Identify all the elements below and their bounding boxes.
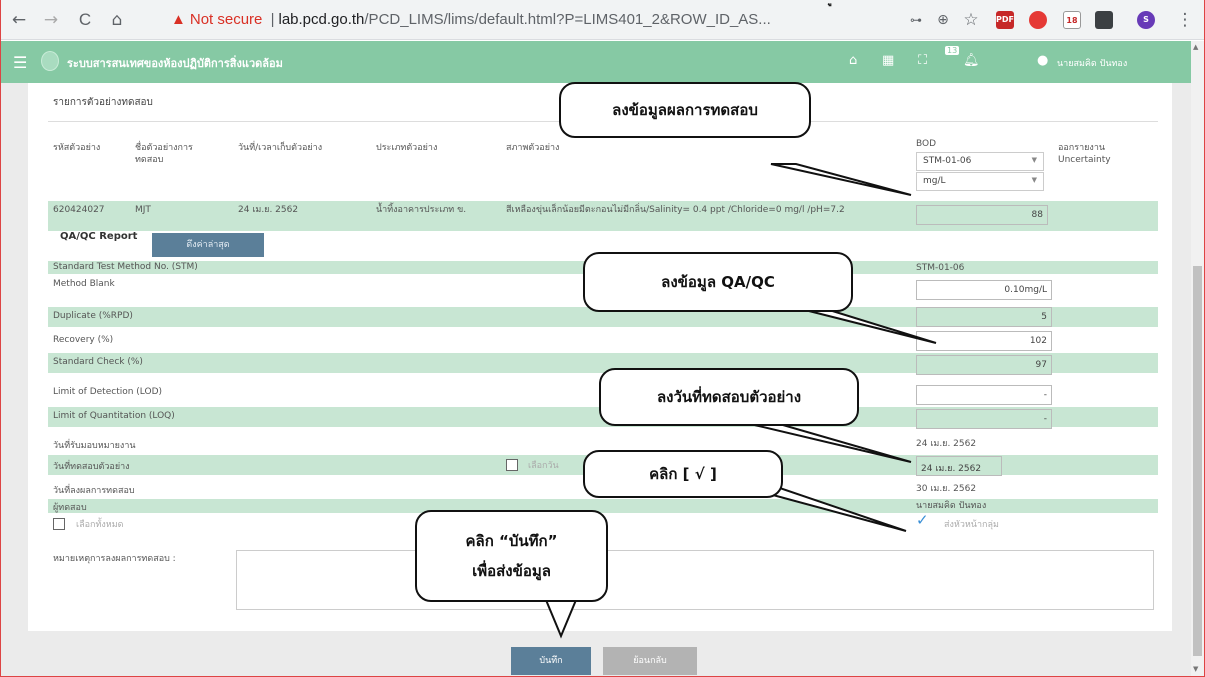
home-icon[interactable]: ⌂ [849, 53, 857, 68]
app-header: ☰ ระบบสารสนเทศของห้องปฏิบัติการสิ่งแวดล้… [1, 41, 1191, 83]
tester-label: ผู้ทดสอบ [53, 503, 87, 513]
hamburger-menu-icon[interactable]: ☰ [13, 53, 27, 72]
col-bod: BOD [916, 139, 937, 149]
chevron-down-icon: ▼ [1031, 176, 1037, 184]
bod-result-input[interactable]: 88 [916, 205, 1048, 225]
url-host: lab.pcd.go.th [278, 11, 365, 28]
bell-icon[interactable]: 🔔︎ [963, 53, 980, 68]
sample-condition: สีเหลืองขุ่นเล็กน้อยมีตะกอนไม่มีกลิ่น/Sa… [506, 205, 845, 215]
warning-icon: ▲ [171, 11, 186, 28]
home-icon[interactable]: ⌂ [107, 10, 127, 30]
star-icon[interactable]: ☆ [961, 10, 981, 30]
remark-textarea[interactable] [236, 550, 1154, 610]
col-sample-name: ชื่อตัวอย่างการทดสอบ [135, 143, 193, 165]
method-blank-input[interactable]: 0.10mg/L [916, 280, 1052, 300]
reload-icon[interactable]: C [75, 10, 95, 30]
scroll-thumb[interactable] [1193, 266, 1202, 656]
not-secure-label: Not secure [189, 11, 263, 28]
duplicate-input[interactable]: 5 [916, 307, 1052, 327]
fetch-latest-button[interactable]: ดึงค่าล่าสุด [152, 233, 264, 257]
remark-label: หมายเหตุการลงผลการทดสอบ : [53, 554, 176, 564]
col-sample-id: รหัสตัวอย่าง [53, 143, 101, 153]
callout-click-check: คลิก [ √ ] [583, 450, 783, 498]
logo [41, 51, 59, 71]
sample-id: 620424027 [53, 205, 105, 215]
sample-name: MJT [135, 205, 151, 215]
callout-enter-qaqc: ลงข้อมูล QA/QC [583, 252, 853, 312]
user-icon[interactable]: ● [1037, 53, 1048, 68]
loq-input[interactable]: - [916, 409, 1052, 429]
extension-icon[interactable] [1095, 11, 1113, 29]
send-to-head-label: ส่งหัวหน้ากลุ่ม [944, 520, 999, 530]
loq-label: Limit of Quantitation (LOQ) [53, 411, 175, 421]
lod-label: Limit of Detection (LOD) [53, 387, 163, 397]
back-icon[interactable]: ← [9, 10, 29, 30]
pin-extension-icon[interactable] [1029, 11, 1047, 29]
stm-value: STM-01-06 [916, 263, 965, 273]
duplicate-label: Duplicate (%RPD) [53, 311, 133, 321]
test-date-label: วันที่ทดสอบตัวอย่าง [53, 462, 130, 472]
save-button[interactable]: บันทึก [511, 647, 591, 675]
chevron-down-icon: ▼ [1031, 156, 1037, 164]
select-date-checkbox[interactable] [506, 459, 518, 471]
callout-save-line1: คลิก “บันทึก” [465, 532, 558, 550]
key-icon[interactable]: ⊶ [906, 10, 926, 30]
bod-stm-value: STM-01-06 [923, 156, 972, 166]
app-frame: ← → C ⌂ ▲ Not secure | lab.pcd.go.th/PCD_L… [0, 0, 1205, 677]
pdf-extension-icon[interactable]: PDF [996, 11, 1014, 29]
profile-avatar[interactable]: S [1137, 11, 1155, 29]
callout-save-line2: เพื่อส่งข้อมูล [472, 562, 551, 580]
scroll-up-icon[interactable]: ▲ [1193, 43, 1198, 51]
scroll-down-icon[interactable]: ▼ [1193, 665, 1198, 673]
page-scrollbar[interactable]: ▲ ▼ [1191, 41, 1204, 676]
bod-unit-select[interactable]: mg/L ▼ [916, 172, 1044, 191]
stm-label: Standard Test Method No. (STM) [53, 262, 198, 272]
browser-menu-icon[interactable]: ⋮ [1175, 10, 1195, 30]
recovery-label: Recovery (%) [53, 335, 114, 345]
callout-enter-result: ลงข้อมูลผลการทดสอบ [559, 82, 811, 138]
standard-check-input[interactable]: 97 [916, 355, 1052, 375]
sample-type: น้ำทิ้งอาคารประเภท ข. [376, 205, 467, 215]
app-title: ระบบสารสนเทศของห้องปฏิบัติการสิ่งแวดล้อม [67, 57, 283, 70]
callout-click-save: คลิก “บันทึก” เพื่อส่งข้อมูล [415, 510, 608, 602]
grid-icon[interactable]: ▦ [882, 53, 894, 68]
browser-toolbar: ← → C ⌂ ▲ Not secure | lab.pcd.go.th/PCD_L… [1, 0, 1204, 40]
user-name[interactable]: นายสมคิด ปันทอง [1057, 56, 1127, 70]
qa-row-bg [48, 499, 1158, 513]
method-blank-label: Method Blank [53, 279, 115, 289]
lod-input[interactable]: - [916, 385, 1052, 405]
sample-date: 24 เม.ย. 2562 [238, 205, 299, 215]
notification-badge: 13 [945, 46, 960, 55]
assigned-date-value: 24 เม.ย. 2562 [916, 439, 977, 449]
select-all-label: เลือกทั้งหมด [76, 520, 124, 530]
col-uncertainty: ออกรายงาน Uncertainty [1058, 143, 1111, 165]
result-date-value: 30 เม.ย. 2562 [916, 484, 977, 494]
calendar-extension-icon[interactable]: 18 [1063, 11, 1081, 29]
standard-check-label: Standard Check (%) [53, 357, 143, 367]
col-sample-type: ประเภทตัวอย่าง [376, 143, 438, 153]
forward-icon[interactable]: → [41, 10, 61, 30]
recovery-input[interactable]: 102 [916, 331, 1052, 351]
url-path: /PCD_LIMS/lims/default.html?P=LIMS401_2&… [364, 11, 771, 28]
assigned-date-label: วันที่รับมอบหมายงาน [53, 441, 136, 451]
select-all-checkbox[interactable] [53, 518, 65, 530]
zoom-icon[interactable]: ⊕ [933, 10, 953, 30]
select-date-label: เลือกวัน [528, 461, 559, 471]
bod-stm-select[interactable]: STM-01-06 ▼ [916, 152, 1044, 171]
address-bar[interactable]: ▲ Not secure | lab.pcd.go.th/PCD_LIMS/lims… [171, 7, 891, 33]
back-button[interactable]: ย้อนกลับ [603, 647, 697, 675]
col-collect-date: วันที่/เวลาเก็บตัวอย่าง [238, 143, 323, 153]
checkmark-icon[interactable]: ✓ [916, 513, 929, 528]
tab-qa-qc-report[interactable]: QA/QC Report [60, 231, 137, 242]
callout-enter-test-date: ลงวันที่ทดสอบตัวอย่าง [599, 368, 859, 426]
bod-unit-value: mg/L [923, 176, 946, 186]
panel-title: รายการตัวอย่างทดสอบ [53, 97, 153, 108]
test-date-input[interactable]: 24 เม.ย. 2562 [916, 456, 1002, 476]
fullscreen-icon[interactable]: ⛶ [918, 53, 927, 68]
col-sample-condition: สภาพตัวอย่าง [506, 143, 560, 153]
result-date-label: วันที่ลงผลการทดสอบ [53, 486, 135, 496]
url-separator: | [270, 11, 275, 28]
